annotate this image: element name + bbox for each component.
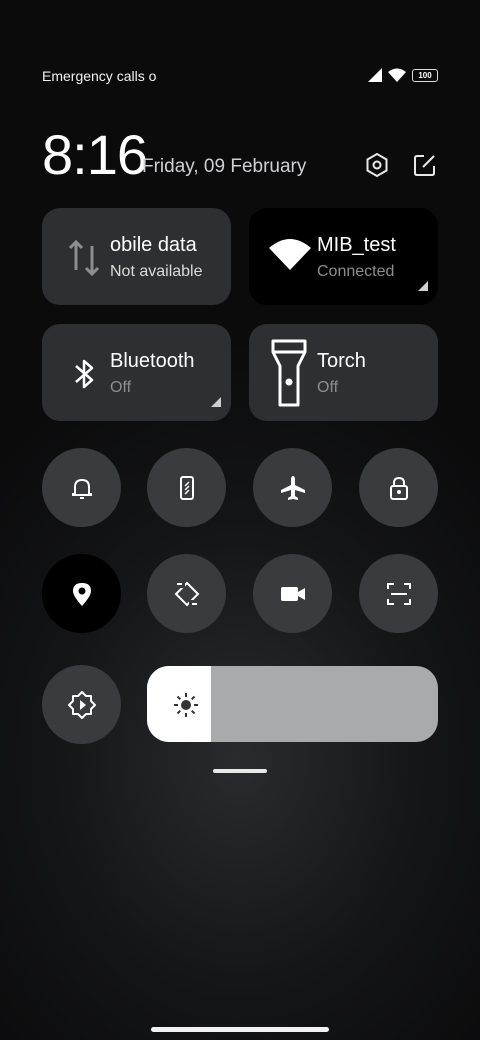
tile-mobile-data-subtitle: Not available: [110, 263, 203, 280]
mobile-data-icon: [68, 239, 100, 277]
bluetooth-icon: [75, 359, 94, 389]
drag-handle[interactable]: [213, 769, 267, 773]
lock-icon: [389, 476, 408, 500]
status-bar: Emergency calls o 100: [42, 66, 438, 86]
carrier-text: Emergency calls o: [42, 68, 157, 84]
toggle-airplane[interactable]: [253, 448, 332, 527]
signal-icon: [368, 68, 382, 82]
settings-icon[interactable]: [364, 152, 390, 178]
tile-mobile-data[interactable]: obile data Not available: [42, 208, 231, 305]
toggle-screen-record[interactable]: [253, 554, 332, 633]
scanner-icon: [386, 582, 411, 605]
tile-wifi-subtitle: Connected: [317, 263, 395, 280]
toggle-location[interactable]: [42, 554, 121, 633]
header: 8:16 Friday, 09 February: [42, 122, 438, 186]
tile-mobile-data-title: obile data: [110, 234, 197, 256]
clock: 8:16: [42, 123, 148, 186]
brightness-slider[interactable]: [147, 666, 438, 742]
expand-corner-icon[interactable]: [211, 397, 221, 407]
airplane-icon: [280, 475, 305, 500]
tile-torch-title: Torch: [317, 350, 366, 372]
wifi-status-icon: [388, 68, 406, 82]
home-indicator[interactable]: [151, 1027, 329, 1032]
auto-brightness-icon: [67, 690, 96, 719]
tile-bluetooth-title: Bluetooth: [110, 350, 195, 372]
edit-icon[interactable]: [412, 152, 438, 178]
video-icon: [280, 586, 305, 601]
tile-bluetooth-subtitle: Off: [110, 379, 132, 396]
wifi-icon: [269, 239, 311, 270]
bell-icon: [71, 478, 92, 499]
tile-bluetooth[interactable]: Bluetooth Off: [42, 324, 231, 421]
toggle-vibrate[interactable]: [147, 448, 226, 527]
toggle-auto-rotate[interactable]: [147, 554, 226, 633]
auto-rotate-icon: [174, 580, 199, 607]
vibrate-icon: [179, 475, 194, 500]
toggle-sound[interactable]: [42, 448, 121, 527]
toggle-lock[interactable]: [359, 448, 438, 527]
status-icons: 100: [368, 68, 438, 82]
date: Friday, 09 February: [142, 156, 307, 177]
tile-torch-subtitle: Off: [317, 379, 339, 396]
tile-wifi[interactable]: MIB_test Connected: [249, 208, 438, 305]
tile-wifi-title: MIB_test: [317, 234, 396, 256]
location-icon: [72, 582, 91, 606]
toggle-scanner[interactable]: [359, 554, 438, 633]
tile-torch[interactable]: Torch Off: [249, 324, 438, 421]
sun-icon: [174, 693, 198, 717]
toggle-auto-brightness[interactable]: [42, 665, 121, 744]
battery-icon: 100: [412, 68, 438, 82]
expand-corner-icon[interactable]: [418, 281, 428, 291]
torch-icon: [271, 339, 307, 407]
